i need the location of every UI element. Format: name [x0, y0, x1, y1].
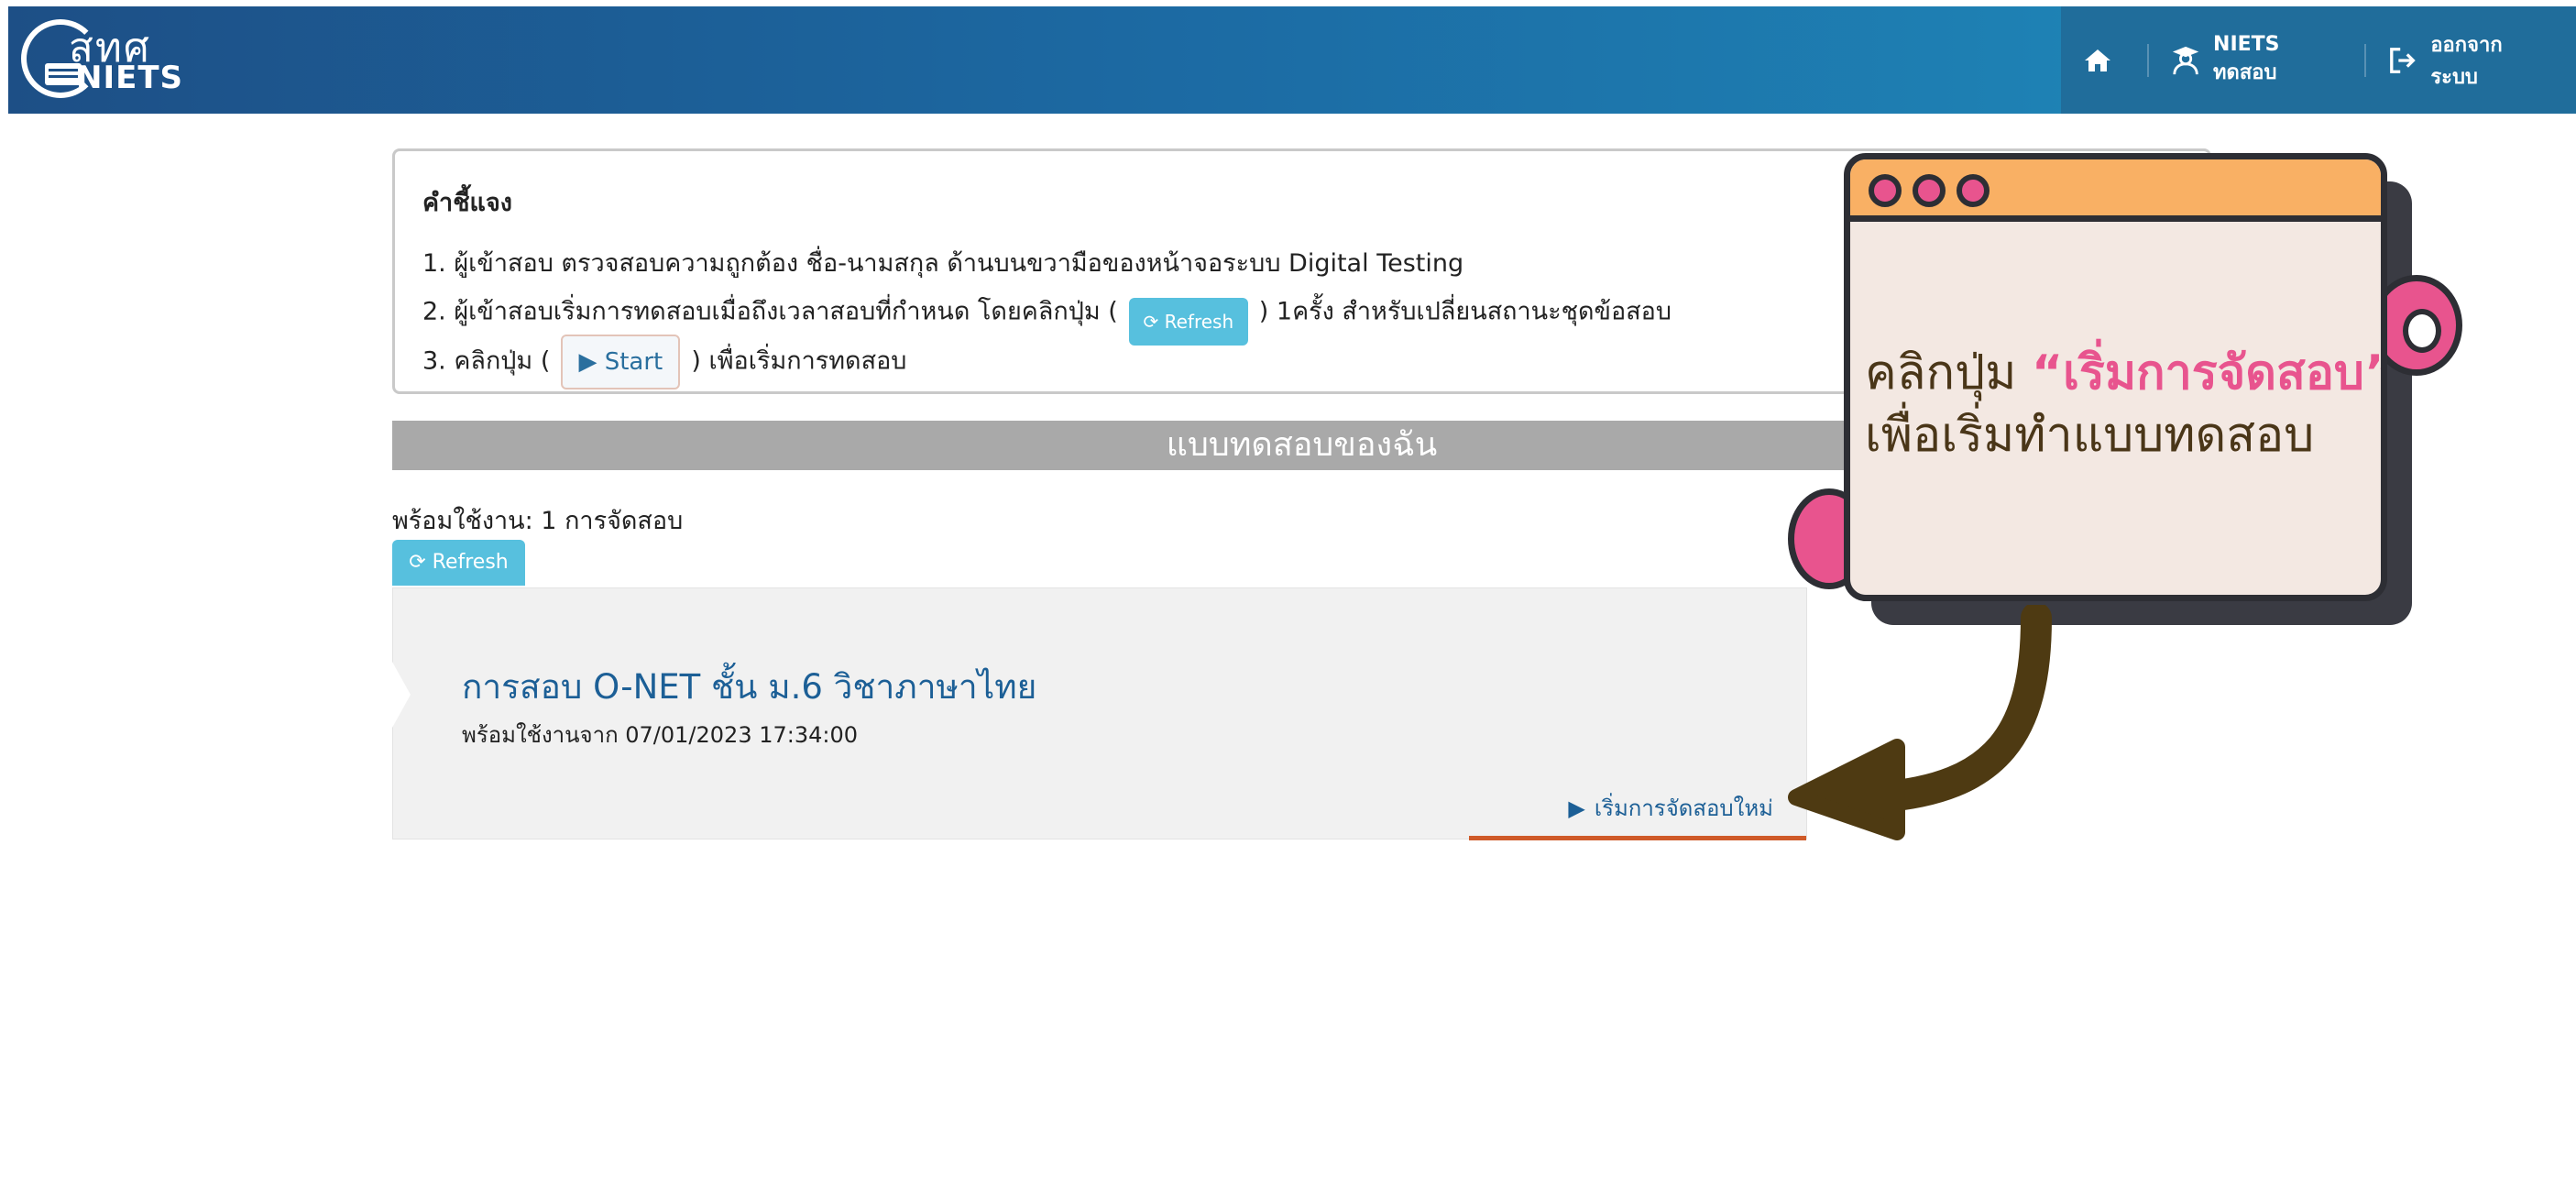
- card-notch: [392, 662, 411, 728]
- nav-logout[interactable]: ออกจากระบบ: [2366, 34, 2565, 89]
- play-icon: ▶: [578, 348, 605, 376]
- refresh-label: Refresh: [432, 551, 509, 574]
- start-exam-label: เริ่มการจัดสอบใหม่: [1594, 796, 1773, 821]
- nav-home[interactable]: [2061, 42, 2147, 79]
- annotation-line-2: เพื่อเริ่มทำแบบทดสอบ: [1865, 408, 2315, 463]
- annotation-prefix: คลิกปุ่ม: [1865, 346, 2032, 400]
- top-nav: NIETS ทดสอบ ออกจากระบบ: [2061, 6, 2576, 114]
- annotation-window: คลิกปุ่ม “เริ่มการจัดสอบ” เพื่อเริ่มทำแบ…: [1844, 153, 2387, 601]
- logo-en-text: NIETS: [76, 60, 184, 96]
- inline-start-label: Start: [604, 348, 663, 376]
- start-exam-link[interactable]: ▶ เริ่มการจัดสอบใหม่: [1568, 790, 1773, 826]
- window-dot: [1869, 174, 1902, 207]
- exam-card: การสอบ O-NET ชั้น ม.6 วิชาภาษาไทย พร้อมใ…: [392, 587, 1807, 840]
- refresh-icon: ⟳: [409, 551, 433, 574]
- instruction-line-3: 3. คลิกปุ่ม ( ▶ Start ) เพื่อเริ่มการทดสอบ: [422, 335, 906, 390]
- instruction-line-3-suffix: ) เพื่อเริ่มการทดสอบ: [691, 346, 907, 376]
- annotation-highlight: “เริ่มการจัดสอบ”: [2031, 346, 2387, 400]
- refresh-icon: ⟳: [1143, 311, 1165, 333]
- play-icon: ▶: [1568, 795, 1585, 821]
- instruction-line-2-suffix: ) 1ครั้ง สำหรับเปลี่ยนสถานะชุดข้อสอบ: [1258, 297, 1672, 326]
- inline-start-sample: ▶ Start: [561, 335, 681, 390]
- exam-title[interactable]: การสอบ O-NET ชั้น ม.6 วิชาภาษาไทย: [462, 660, 1036, 714]
- home-icon: [2085, 49, 2111, 71]
- nav-logout-label: ออกจากระบบ: [2430, 33, 2503, 89]
- inline-refresh-sample: ⟳ Refresh: [1128, 298, 1248, 346]
- start-link-underline: [1469, 836, 1806, 840]
- window-dot: [1913, 174, 1946, 207]
- nav-niets-test-label: NIETS ทดสอบ: [2213, 32, 2280, 84]
- instruction-line-2: 2. ผู้เข้าสอบเริ่มการทดสอบเมื่อถึงเวลาสอ…: [422, 289, 1672, 346]
- exam-available-date: พร้อมใช้งานจาก 07/01/2023 17:34:00: [462, 722, 858, 748]
- user-graduate-icon: [2172, 46, 2199, 74]
- instruction-line-2-text: 2. ผู้เข้าสอบเริ่มการทดสอบเมื่อถึงเวลาสอ…: [422, 297, 1118, 326]
- inline-refresh-label: Refresh: [1164, 311, 1234, 333]
- instructions-title: คำชี้แจง: [422, 189, 512, 217]
- nav-niets-test[interactable]: NIETS ทดสอบ: [2149, 33, 2364, 84]
- ready-count: พร้อมใช้งาน: 1 การจัดสอบ: [392, 507, 684, 535]
- instruction-line-1: 1. ผู้เข้าสอบ ตรวจสอบความถูกต้อง ชื่อ-นา…: [422, 249, 1464, 278]
- top-header: สทศ NIETS NIETS ทดสอบ ออกจากระบบ: [8, 6, 2576, 114]
- page: สทศ NIETS NIETS ทดสอบ ออกจากระบบ คำชี้แจ…: [0, 0, 2576, 1196]
- refresh-button[interactable]: ⟳ Refresh: [392, 540, 525, 586]
- niets-logo[interactable]: สทศ NIETS: [17, 14, 201, 105]
- curved-arrow-icon: [1788, 605, 2052, 840]
- instruction-line-3-text: 3. คลิกปุ่ม (: [422, 346, 551, 376]
- annotation-titlebar: [1850, 159, 2381, 222]
- sign-out-icon: [2390, 47, 2416, 73]
- window-dot: [1957, 174, 1990, 207]
